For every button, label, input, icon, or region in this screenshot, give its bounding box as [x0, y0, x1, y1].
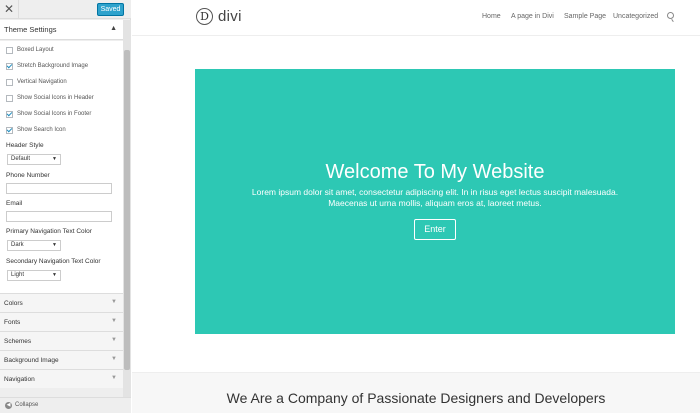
- section-fonts[interactable]: Fonts ▼: [0, 312, 123, 331]
- phone-number-input[interactable]: [6, 183, 112, 194]
- hero-text: Lorem ipsum dolor sit amet, consectetur …: [215, 187, 655, 208]
- header-style-value: Default: [11, 156, 31, 162]
- phone-number-label: Phone Number: [6, 172, 50, 179]
- primary-nav-color-label: Primary Navigation Text Color: [6, 228, 92, 235]
- email-input[interactable]: [6, 211, 112, 222]
- chevron-down-icon: ▼: [111, 356, 117, 362]
- caret-down-icon: ▼: [52, 272, 57, 278]
- checkbox-search-icon[interactable]: Show Search Icon: [6, 125, 66, 135]
- theme-settings-title: Theme Settings: [4, 25, 57, 34]
- hero-section: Welcome To My Website Lorem ipsum dolor …: [195, 69, 675, 334]
- nav-item-home[interactable]: Home: [482, 13, 501, 20]
- collapse-label: Collapse: [15, 402, 39, 408]
- checkbox-label: Stretch Background Image: [17, 63, 89, 69]
- caret-down-icon: ▼: [52, 242, 57, 248]
- secondary-nav-color-select[interactable]: Light ▼: [7, 270, 61, 281]
- secondary-nav-color-value: Light: [11, 272, 25, 278]
- hero-text-line: Lorem ipsum dolor sit amet, consectetur …: [251, 187, 619, 197]
- customizer-sidebar: ✕ Saved Theme Settings ▲ Boxed Layout St…: [0, 0, 131, 413]
- section-label: Background Image: [4, 357, 59, 364]
- close-icon[interactable]: ✕: [0, 0, 19, 19]
- hero-text-line: Maecenas ut urna mollis, aliquam eros at…: [328, 197, 542, 208]
- theme-settings-panel: Boxed Layout Stretch Background Image Ve…: [0, 41, 123, 293]
- header-style-label: Header Style: [6, 142, 44, 149]
- section-label: Fonts: [4, 319, 21, 326]
- chevron-down-icon: ▼: [111, 299, 117, 305]
- checkbox[interactable]: [6, 94, 13, 102]
- email-label: Email: [6, 200, 23, 207]
- search-icon[interactable]: [667, 12, 674, 19]
- section-navigation[interactable]: Navigation ▼: [0, 369, 123, 388]
- nav-item-sample-page[interactable]: Sample Page: [564, 13, 606, 20]
- collapse-icon: ◀: [5, 402, 12, 409]
- checkbox-label: Boxed Layout: [17, 47, 54, 53]
- site-header: D divi Home A page in Divi Sample Page U…: [132, 0, 700, 36]
- primary-nav-color-select[interactable]: Dark ▼: [7, 240, 61, 251]
- section-label: Schemes: [4, 338, 32, 345]
- logo-icon[interactable]: D: [196, 8, 213, 25]
- checkbox-vertical-navigation[interactable]: Vertical Navigation: [6, 77, 67, 87]
- checkbox[interactable]: [6, 110, 13, 118]
- scrollbar-thumb[interactable]: [124, 50, 130, 370]
- checkbox-social-header[interactable]: Show Social Icons in Header: [6, 93, 94, 103]
- primary-nav-color-value: Dark: [11, 242, 24, 248]
- saved-button[interactable]: Saved: [97, 3, 124, 16]
- checkbox-label: Show Search Icon: [17, 127, 66, 133]
- nav-item-uncategorized[interactable]: Uncategorized: [613, 13, 658, 20]
- section-label: Navigation: [4, 376, 35, 383]
- checkbox-boxed-layout[interactable]: Boxed Layout: [6, 45, 54, 55]
- checkbox-label: Show Social Icons in Footer: [17, 111, 92, 117]
- caret-down-icon: ▼: [52, 156, 57, 162]
- chevron-down-icon: ▼: [111, 318, 117, 324]
- chevron-down-icon: ▼: [111, 337, 117, 343]
- chevron-up-icon: ▲: [110, 25, 117, 32]
- theme-settings-header[interactable]: Theme Settings ▲: [0, 20, 123, 40]
- checkbox[interactable]: [6, 46, 13, 54]
- site-preview: D divi Home A page in Divi Sample Page U…: [132, 0, 700, 413]
- collapse-button[interactable]: ◀ Collapse: [0, 397, 131, 413]
- section-background-image[interactable]: Background Image ▼: [0, 350, 123, 369]
- checkbox-stretch-background[interactable]: Stretch Background Image: [6, 61, 88, 71]
- section-label: Colors: [4, 300, 23, 307]
- secondary-nav-color-label: Secondary Navigation Text Color: [6, 258, 101, 265]
- enter-button[interactable]: Enter: [414, 219, 456, 240]
- hero-title: Welcome To My Website: [325, 161, 545, 183]
- checkbox[interactable]: [6, 126, 13, 134]
- section-colors[interactable]: Colors ▼: [0, 293, 123, 312]
- checkbox[interactable]: [6, 62, 13, 70]
- chevron-down-icon: ▼: [111, 375, 117, 381]
- company-heading: We Are a Company of Passionate Designers…: [226, 390, 606, 406]
- nav-item-page-in-divi[interactable]: A page in Divi: [511, 13, 554, 20]
- sidebar-scrollbar[interactable]: [123, 20, 131, 397]
- customizer-header: ✕ Saved: [0, 0, 131, 19]
- logo-text[interactable]: divi: [218, 8, 242, 25]
- checkbox-label: Vertical Navigation: [17, 79, 67, 85]
- checkbox-social-footer[interactable]: Show Social Icons in Footer: [6, 109, 91, 119]
- header-style-select[interactable]: Default ▼: [7, 154, 61, 165]
- checkbox[interactable]: [6, 78, 13, 86]
- section-schemes[interactable]: Schemes ▼: [0, 331, 123, 350]
- checkbox-label: Show Social Icons in Header: [17, 95, 94, 101]
